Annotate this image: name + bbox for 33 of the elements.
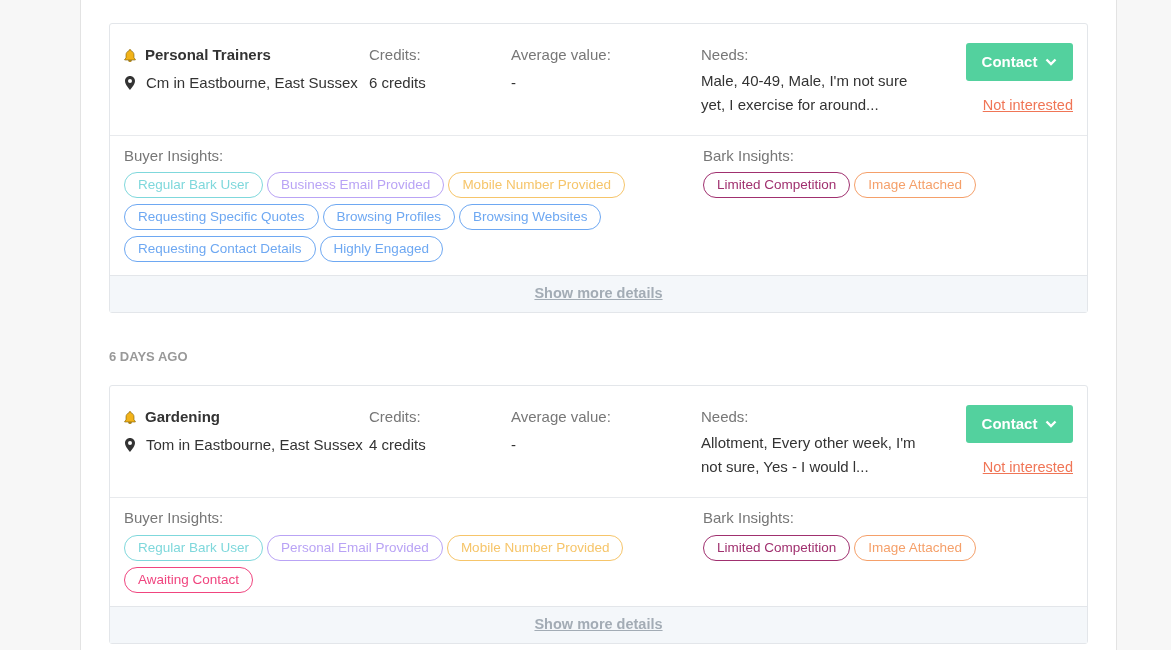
average-value-label: Average value:: [511, 45, 612, 65]
average-value-label: Average value:: [511, 407, 612, 428]
credits-label: Credits:: [369, 45, 422, 65]
credits-value: 6 credits: [369, 72, 427, 93]
bell-icon: [124, 48, 136, 62]
lead-title: Personal Trainers: [145, 45, 271, 65]
map-pin-icon: [125, 75, 135, 90]
buyer-insights-label: Buyer Insights:: [124, 145, 225, 166]
needs-text: Male, 40-49, Male, I'm not sure yet, I exercise for around...: [701, 70, 909, 115]
bell-icon: [124, 411, 136, 424]
date-heading: 6 DAYS AGO: [109, 349, 188, 365]
chevron-down-icon: [1045, 420, 1058, 429]
lead-location: Cm in Eastbourne, East Sussex: [146, 72, 358, 93]
lead-title: Gardening: [145, 407, 220, 428]
needs-text: Allotment, Every other week, I'm not sure, Yes - I would l...: [701, 432, 917, 477]
chevron-down-icon: [1045, 58, 1058, 66]
not-interested-link[interactable]: Not interested: [982, 457, 1073, 479]
lead-location: Tom in Eastbourne, East Sussex: [146, 434, 363, 455]
average-value: -: [511, 72, 516, 93]
contact-button[interactable]: Contact: [966, 43, 1073, 81]
bark-insights-label: Bark Insights:: [703, 508, 795, 528]
map-pin-icon: [125, 438, 135, 452]
not-interested-link[interactable]: Not interested: [982, 95, 1073, 117]
show-more-details-link[interactable]: Show more details: [534, 283, 663, 306]
buyer-insights-label: Buyer Insights:: [124, 508, 225, 528]
bark-insights-label: Bark Insights:: [703, 145, 795, 166]
contact-button[interactable]: Contact: [966, 405, 1073, 444]
needs-label: Needs:: [701, 407, 750, 428]
credits-value: 4 credits: [369, 434, 427, 455]
average-value: -: [511, 434, 516, 455]
credits-label: Credits:: [369, 407, 422, 428]
show-more-details-link[interactable]: Show more details: [534, 613, 663, 636]
needs-label: Needs:: [701, 45, 750, 65]
